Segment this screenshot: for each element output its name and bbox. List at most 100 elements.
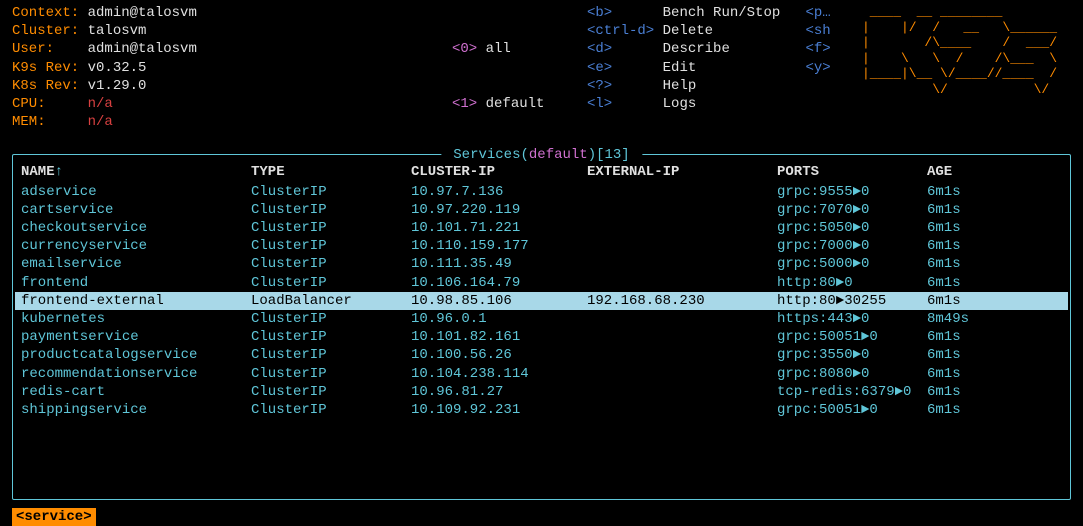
cell-ports: http:80►30255 bbox=[777, 292, 927, 310]
cell-clusterip: 10.98.85.106 bbox=[411, 292, 587, 310]
header: Context: admin@talosvm Cluster: talosvm … bbox=[12, 4, 1071, 150]
cell-age: 6m1s bbox=[927, 383, 1007, 401]
cell-name: productcatalogservice bbox=[21, 346, 251, 364]
cell-age: 6m1s bbox=[927, 401, 1007, 419]
shortcut-label: Edit bbox=[663, 60, 697, 76]
cell-type: ClusterIP bbox=[251, 274, 411, 292]
table-row[interactable]: shippingserviceClusterIP10.109.92.231grp… bbox=[21, 401, 1062, 419]
cell-externalip bbox=[587, 255, 777, 273]
context-label: Context: bbox=[12, 5, 79, 21]
shortcut-key[interactable]: <?> bbox=[587, 78, 612, 94]
k9s-logo: ____ __ ________ | |/ / __ \______ | /\_… bbox=[862, 4, 1057, 150]
shortcut-extra[interactable]: <sh bbox=[805, 23, 830, 39]
shortcut-key[interactable]: <ctrl-d> bbox=[587, 23, 654, 39]
cell-externalip bbox=[587, 237, 777, 255]
shortcut-key[interactable]: <d> bbox=[587, 41, 612, 57]
table-row[interactable]: frontendClusterIP10.106.164.79http:80►06… bbox=[21, 274, 1062, 292]
cell-ports: tcp-redis:6379►0 bbox=[777, 383, 927, 401]
cpu-label: CPU: bbox=[12, 96, 46, 112]
breadcrumb: <service> bbox=[12, 508, 96, 526]
k9s-rev-label: K9s Rev: bbox=[12, 60, 79, 76]
cell-externalip bbox=[587, 183, 777, 201]
header-shortcuts: <b> Bench Run/Stop <p… <ctrl-d> Delete <… bbox=[587, 4, 862, 150]
cell-name: redis-cart bbox=[21, 383, 251, 401]
cell-externalip: 192.168.68.230 bbox=[587, 292, 777, 310]
cell-clusterip: 10.97.220.119 bbox=[411, 201, 587, 219]
filter-key[interactable]: <0> bbox=[452, 41, 477, 57]
k9s-rev-value: v0.32.5 bbox=[88, 60, 147, 76]
user-label: User: bbox=[12, 41, 54, 57]
cell-age: 6m1s bbox=[927, 255, 1007, 273]
cell-clusterip: 10.109.92.231 bbox=[411, 401, 587, 419]
cell-clusterip: 10.110.159.177 bbox=[411, 237, 587, 255]
shortcut-label: Describe bbox=[663, 41, 730, 57]
cell-name: recommendationservice bbox=[21, 365, 251, 383]
cell-externalip bbox=[587, 365, 777, 383]
cell-name: paymentservice bbox=[21, 328, 251, 346]
panel-title-count: )[13] bbox=[588, 147, 638, 163]
shortcut-extra[interactable]: <y> bbox=[805, 60, 830, 76]
header-filters: <0> all <1> default bbox=[452, 4, 587, 150]
cell-type: ClusterIP bbox=[251, 401, 411, 419]
cell-ports: grpc:50051►0 bbox=[777, 328, 927, 346]
shortcut-extra[interactable]: <f> bbox=[805, 41, 830, 57]
mem-label: MEM: bbox=[12, 114, 46, 130]
filter-key[interactable]: <1> bbox=[452, 96, 477, 112]
table-row[interactable]: redis-cartClusterIP10.96.81.27tcp-redis:… bbox=[21, 383, 1062, 401]
cell-clusterip: 10.96.81.27 bbox=[411, 383, 587, 401]
cell-clusterip: 10.101.82.161 bbox=[411, 328, 587, 346]
cell-clusterip: 10.104.238.114 bbox=[411, 365, 587, 383]
filter-label: default bbox=[486, 96, 545, 112]
cell-name: adservice bbox=[21, 183, 251, 201]
cell-age: 6m1s bbox=[927, 183, 1007, 201]
cell-name: frontend bbox=[21, 274, 251, 292]
cell-externalip bbox=[587, 219, 777, 237]
cell-age: 6m1s bbox=[927, 237, 1007, 255]
shortcut-key[interactable]: <e> bbox=[587, 60, 612, 76]
k8s-rev-label: K8s Rev: bbox=[12, 78, 79, 94]
table-row[interactable]: productcatalogserviceClusterIP10.100.56.… bbox=[21, 346, 1062, 364]
table-row[interactable]: recommendationserviceClusterIP10.104.238… bbox=[21, 365, 1062, 383]
context-value: admin@talosvm bbox=[88, 5, 197, 21]
col-name[interactable]: NAME↑ bbox=[21, 163, 251, 181]
shortcut-key[interactable]: <l> bbox=[587, 96, 612, 112]
cell-ports: grpc:7070►0 bbox=[777, 201, 927, 219]
cell-age: 6m1s bbox=[927, 219, 1007, 237]
table-row[interactable]: adserviceClusterIP10.97.7.136grpc:9555►0… bbox=[21, 183, 1062, 201]
col-age[interactable]: AGE bbox=[927, 163, 1007, 181]
cell-type: ClusterIP bbox=[251, 328, 411, 346]
table-row[interactable]: currencyserviceClusterIP10.110.159.177gr… bbox=[21, 237, 1062, 255]
filter-label: all bbox=[486, 41, 511, 57]
cell-ports: http:80►0 bbox=[777, 274, 927, 292]
cell-ports: grpc:3550►0 bbox=[777, 346, 927, 364]
cell-type: ClusterIP bbox=[251, 346, 411, 364]
col-externalip[interactable]: EXTERNAL-IP bbox=[587, 163, 777, 181]
table-row[interactable]: cartserviceClusterIP10.97.220.119grpc:70… bbox=[21, 201, 1062, 219]
shortcut-extra[interactable]: <p… bbox=[805, 5, 830, 21]
col-ports[interactable]: PORTS bbox=[777, 163, 927, 181]
shortcut-label: Logs bbox=[663, 96, 697, 112]
cell-type: ClusterIP bbox=[251, 201, 411, 219]
cell-age: 6m1s bbox=[927, 292, 1007, 310]
cell-type: ClusterIP bbox=[251, 183, 411, 201]
user-value: admin@talosvm bbox=[88, 41, 197, 57]
cell-ports: grpc:9555►0 bbox=[777, 183, 927, 201]
table-row[interactable]: paymentserviceClusterIP10.101.82.161 grpc… bbox=[21, 328, 1062, 346]
col-type[interactable]: TYPE bbox=[251, 163, 411, 181]
cell-externalip bbox=[587, 201, 777, 219]
shortcut-key[interactable]: <b> bbox=[587, 5, 612, 21]
cell-ports: grpc:7000►0 bbox=[777, 237, 927, 255]
cell-age: 8m49s bbox=[927, 310, 1007, 328]
col-clusterip[interactable]: CLUSTER-IP bbox=[411, 163, 587, 181]
cell-type: LoadBalancer bbox=[251, 292, 411, 310]
cluster-value: talosvm bbox=[88, 23, 147, 39]
table-row[interactable]: kubernetesClusterIP10.96.0.1https:443►08… bbox=[21, 310, 1062, 328]
cell-type: ClusterIP bbox=[251, 310, 411, 328]
table-row[interactable]: frontend-externalLoadBalancer10.98.85.10… bbox=[15, 292, 1068, 310]
table-row[interactable]: emailserviceClusterIP10.111.35.49grpc:50… bbox=[21, 255, 1062, 273]
cell-age: 6m1s bbox=[927, 201, 1007, 219]
cell-externalip bbox=[587, 383, 777, 401]
cell-type: ClusterIP bbox=[251, 219, 411, 237]
table-row[interactable]: checkoutserviceClusterIP10.101.71.221grp… bbox=[21, 219, 1062, 237]
k8s-rev-value: v1.29.0 bbox=[88, 78, 147, 94]
